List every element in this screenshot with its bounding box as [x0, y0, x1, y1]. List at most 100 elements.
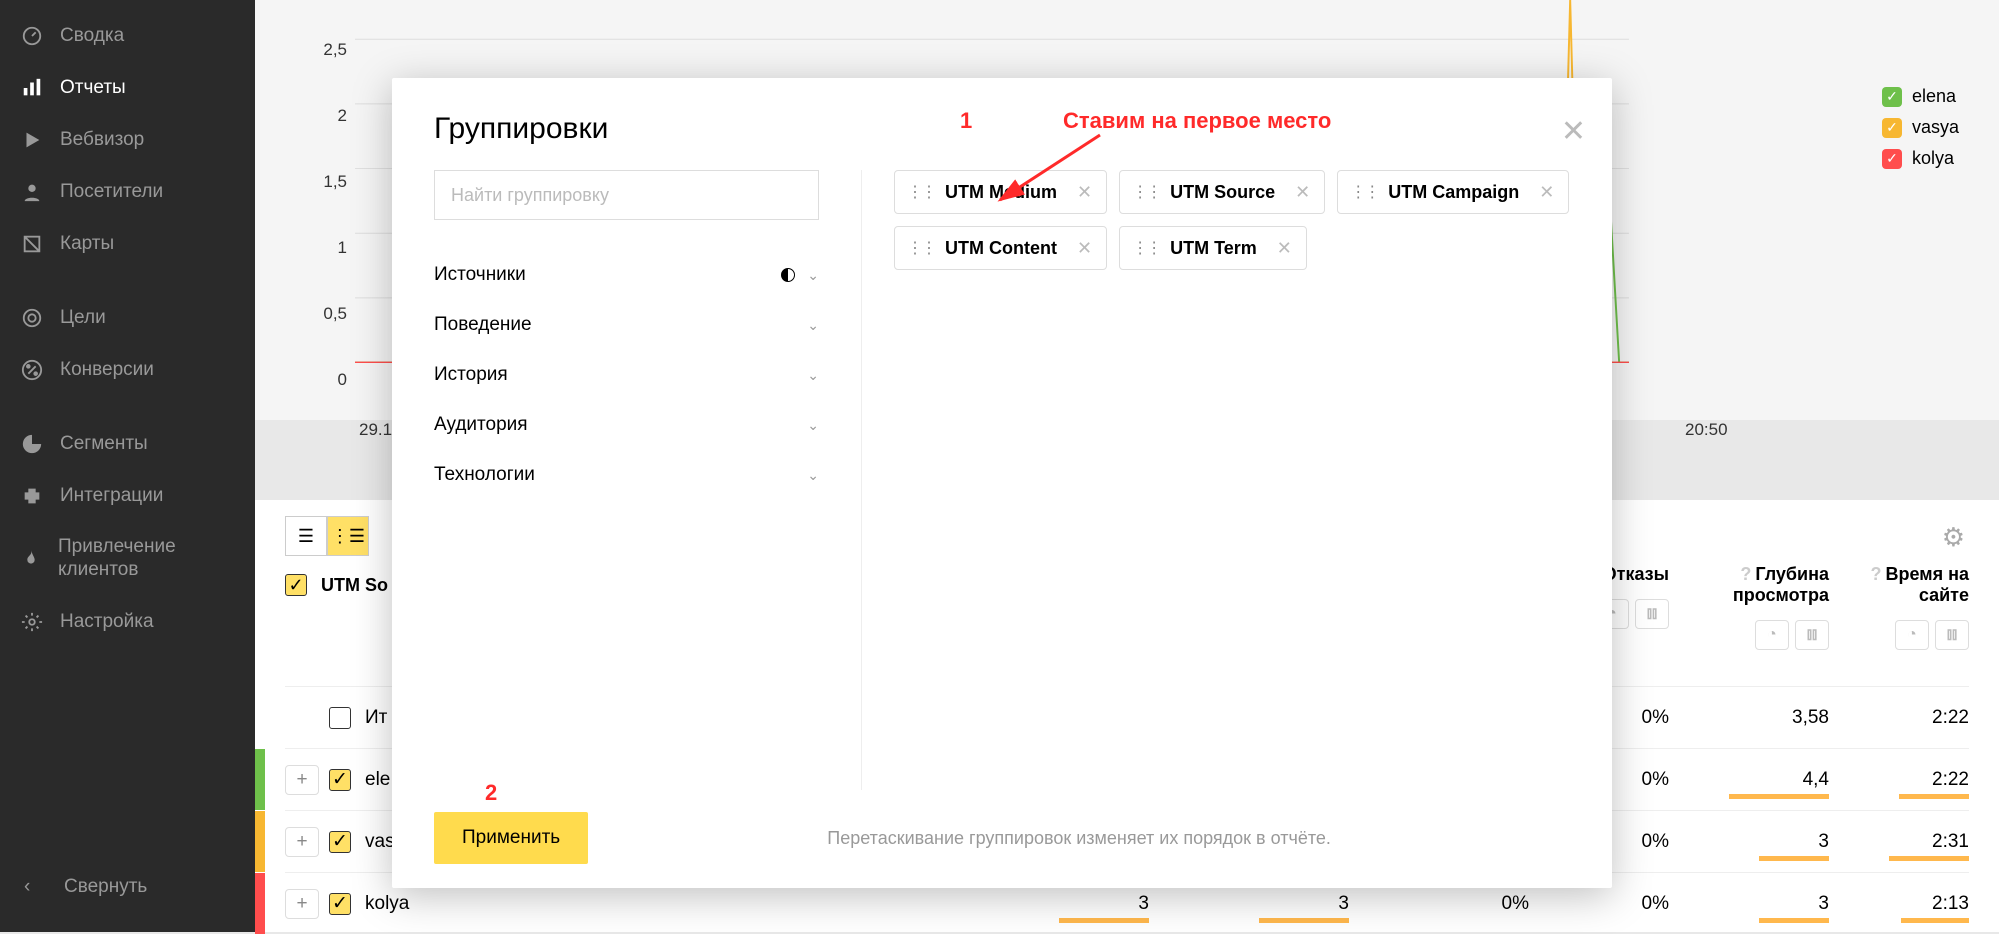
gauge-icon [20, 24, 44, 48]
drag-handle-icon[interactable]: ⋮⋮ [907, 182, 935, 202]
sidebar-item-label: Сегменты [60, 433, 148, 455]
drag-handle-icon[interactable]: ⋮⋮ [907, 238, 935, 258]
play-icon [20, 128, 44, 152]
chevron-left-icon: ‹ [24, 876, 48, 898]
sidebar-item-segments[interactable]: Сегменты [0, 418, 255, 470]
gear-icon [20, 610, 44, 634]
drag-handle-icon[interactable]: ⋮⋮ [1132, 182, 1160, 202]
legend-item-kolya[interactable]: ✓kolya [1882, 148, 1959, 169]
view-toggle: ☰ ⋮☰ [285, 516, 369, 556]
category-sources[interactable]: Источники⌄ [434, 250, 819, 300]
sidebar-item-webvisor[interactable]: Вебвизор [0, 114, 255, 166]
drag-handle-icon[interactable]: ⋮⋮ [1132, 238, 1160, 258]
modal-title: Группировки [392, 78, 1612, 170]
search-input[interactable] [434, 170, 819, 220]
pie-toggle-icon[interactable]: ◔ [1755, 620, 1789, 650]
sidebar-item-label: Привлечение клиентов [58, 536, 235, 582]
checkbox[interactable]: ✓ [329, 831, 351, 853]
close-icon[interactable]: ✕ [1561, 114, 1586, 149]
bars-icon [20, 76, 44, 100]
user-icon [20, 180, 44, 204]
chip-utm-content[interactable]: ⋮⋮UTM Content✕ [894, 226, 1107, 270]
view-tree-button[interactable]: ⋮☰ [327, 516, 369, 556]
sidebar-item-label: Вебвизор [60, 129, 144, 151]
remove-chip-icon[interactable]: ✕ [1069, 234, 1100, 263]
target-icon [20, 306, 44, 330]
category-behavior[interactable]: Поведение⌄ [434, 300, 819, 350]
expand-button[interactable]: + [285, 889, 319, 919]
half-circle-icon [781, 268, 795, 282]
table-settings-icon[interactable]: ⚙ [1942, 522, 1965, 553]
category-audience[interactable]: Аудитория⌄ [434, 400, 819, 450]
flame-icon [20, 547, 42, 571]
remove-chip-icon[interactable]: ✕ [1269, 234, 1300, 263]
sidebar-item-reports[interactable]: Отчеты [0, 62, 255, 114]
percent-icon [20, 358, 44, 382]
checkbox-all[interactable]: ✓ [285, 574, 307, 596]
selected-chips: ⋮⋮UTM Medium✕ ⋮⋮UTM Source✕ ⋮⋮UTM Campai… [894, 170, 1580, 270]
legend-swatch: ✓ [1882, 118, 1902, 138]
pie-icon [20, 432, 44, 456]
puzzle-icon [20, 484, 44, 508]
chart-y-axis: 2,5 2 1,5 1 0,5 0 [295, 0, 355, 390]
checkbox[interactable]: ✓ [329, 893, 351, 915]
expand-button[interactable]: + [285, 765, 319, 795]
legend-item-vasya[interactable]: ✓vasya [1882, 117, 1959, 138]
modal-right-panel: ⋮⋮UTM Medium✕ ⋮⋮UTM Source✕ ⋮⋮UTM Campai… [862, 170, 1612, 790]
sidebar-item-maps[interactable]: Карты [0, 218, 255, 270]
legend-item-elena[interactable]: ✓elena [1882, 86, 1959, 107]
bars-toggle-icon[interactable]: ⫾⫾ [1795, 620, 1829, 650]
sidebar-item-label: Конверсии [60, 359, 154, 381]
bars-toggle-icon[interactable]: ⫾⫾ [1635, 599, 1669, 629]
chevron-down-icon: ⌄ [807, 267, 819, 284]
sidebar-item-label: Карты [60, 233, 114, 255]
modal-footer: Применить Перетаскивание группировок изм… [392, 788, 1612, 888]
checkbox[interactable]: ✓ [329, 769, 351, 791]
view-list-button[interactable]: ☰ [285, 516, 327, 556]
sidebar-item-settings[interactable]: Настройка [0, 596, 255, 648]
sidebar-item-goals[interactable]: Цели [0, 292, 255, 344]
col-utm-source: UTM So [321, 575, 388, 596]
chevron-down-icon: ⌄ [807, 467, 819, 484]
sidebar-item-label: Сводка [60, 25, 124, 47]
drag-handle-icon[interactable]: ⋮⋮ [1350, 182, 1378, 202]
remove-chip-icon[interactable]: ✕ [1287, 178, 1318, 207]
sidebar-item-label: Посетители [60, 181, 163, 203]
sidebar-item-conversions[interactable]: Конверсии [0, 344, 255, 396]
bars-toggle-icon[interactable]: ⫾⫾ [1935, 620, 1969, 650]
chip-utm-medium[interactable]: ⋮⋮UTM Medium✕ [894, 170, 1107, 214]
help-icon[interactable]: ? [1740, 564, 1751, 584]
footer-hint: Перетаскивание группировок изменяет их п… [588, 828, 1570, 849]
sidebar-item-label: Интеграции [60, 485, 163, 507]
legend-swatch: ✓ [1882, 149, 1902, 169]
category-history[interactable]: История⌄ [434, 350, 819, 400]
chevron-down-icon: ⌄ [807, 417, 819, 434]
remove-chip-icon[interactable]: ✕ [1531, 178, 1562, 207]
chip-utm-campaign[interactable]: ⋮⋮UTM Campaign✕ [1337, 170, 1569, 214]
sidebar-item-visitors[interactable]: Посетители [0, 166, 255, 218]
sidebar-item-label: Отчеты [60, 77, 126, 99]
sidebar-item-summary[interactable]: Сводка [0, 10, 255, 62]
legend-swatch: ✓ [1882, 87, 1902, 107]
category-tech[interactable]: Технологии⌄ [434, 450, 819, 500]
col-depth: ?Глубина просмотра ◔⫾⫾ [1669, 564, 1829, 650]
sidebar-item-acquisition[interactable]: Привлечение клиентов [0, 522, 255, 596]
map-icon [20, 232, 44, 256]
sidebar: Сводка Отчеты Вебвизор Посетители Карты … [0, 0, 255, 932]
checkbox[interactable] [329, 707, 351, 729]
expand-button[interactable]: + [285, 827, 319, 857]
groupings-modal: Группировки ✕ Источники⌄ Поведение⌄ Исто… [392, 78, 1612, 888]
annotation-1: 1 [960, 108, 972, 134]
help-icon[interactable]: ? [1871, 564, 1882, 584]
apply-button[interactable]: Применить [434, 812, 588, 864]
sidebar-collapse-label: Свернуть [64, 876, 147, 898]
sidebar-collapse[interactable]: ‹ Свернуть [0, 862, 255, 912]
pie-toggle-icon[interactable]: ◔ [1895, 620, 1929, 650]
sidebar-item-label: Цели [60, 307, 106, 329]
chip-utm-term[interactable]: ⋮⋮UTM Term✕ [1119, 226, 1307, 270]
annotation-text: Ставим на первое место [1063, 108, 1331, 134]
sidebar-item-integrations[interactable]: Интеграции [0, 470, 255, 522]
chevron-down-icon: ⌄ [807, 317, 819, 334]
remove-chip-icon[interactable]: ✕ [1069, 178, 1100, 207]
chip-utm-source[interactable]: ⋮⋮UTM Source✕ [1119, 170, 1325, 214]
